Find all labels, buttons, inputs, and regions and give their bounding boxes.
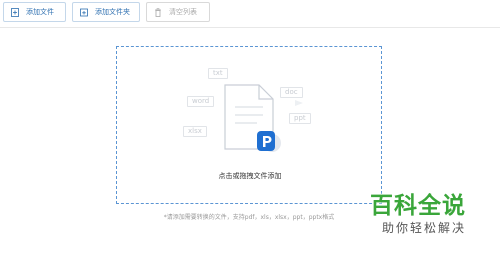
add-folder-icon <box>80 8 88 16</box>
pdf-logo-icon <box>257 131 281 152</box>
watermark-logo: 百科全说 <box>370 193 466 219</box>
supported-formats-hint: *请添加需要转换的文件，支持pdf，xls，xlsx，ppt，pptx格式 <box>163 214 335 221</box>
clear-list-label: 清空列表 <box>169 8 197 16</box>
doc-format-tag: doc <box>280 87 303 98</box>
ppt-format-tag: ppt <box>289 113 311 124</box>
word-format-tag: word <box>187 96 215 107</box>
add-file-label: 添加文件 <box>26 8 54 16</box>
xlsx-format-tag: xlsx <box>183 126 207 137</box>
file-drop-zone[interactable]: txt word doc ppt xlsx 点击或拖拽文件添加 <box>116 46 382 204</box>
watermark-subtitle: 助你轻松解决 <box>382 221 467 235</box>
document-illustration <box>191 84 303 150</box>
watermark: 百科全说 助你轻松解决 <box>370 193 498 236</box>
add-file-icon <box>11 7 19 17</box>
clear-list-button[interactable]: 清空列表 <box>146 2 210 22</box>
toolbar: 添加文件 添加文件夹 清空列表 <box>0 0 500 28</box>
add-folder-button[interactable]: 添加文件夹 <box>72 2 140 22</box>
drop-zone-text: 点击或拖拽文件添加 <box>218 172 282 180</box>
add-folder-label: 添加文件夹 <box>95 8 130 16</box>
trash-icon <box>155 7 161 17</box>
add-file-button[interactable]: 添加文件 <box>3 2 66 22</box>
txt-format-tag: txt <box>208 68 228 79</box>
